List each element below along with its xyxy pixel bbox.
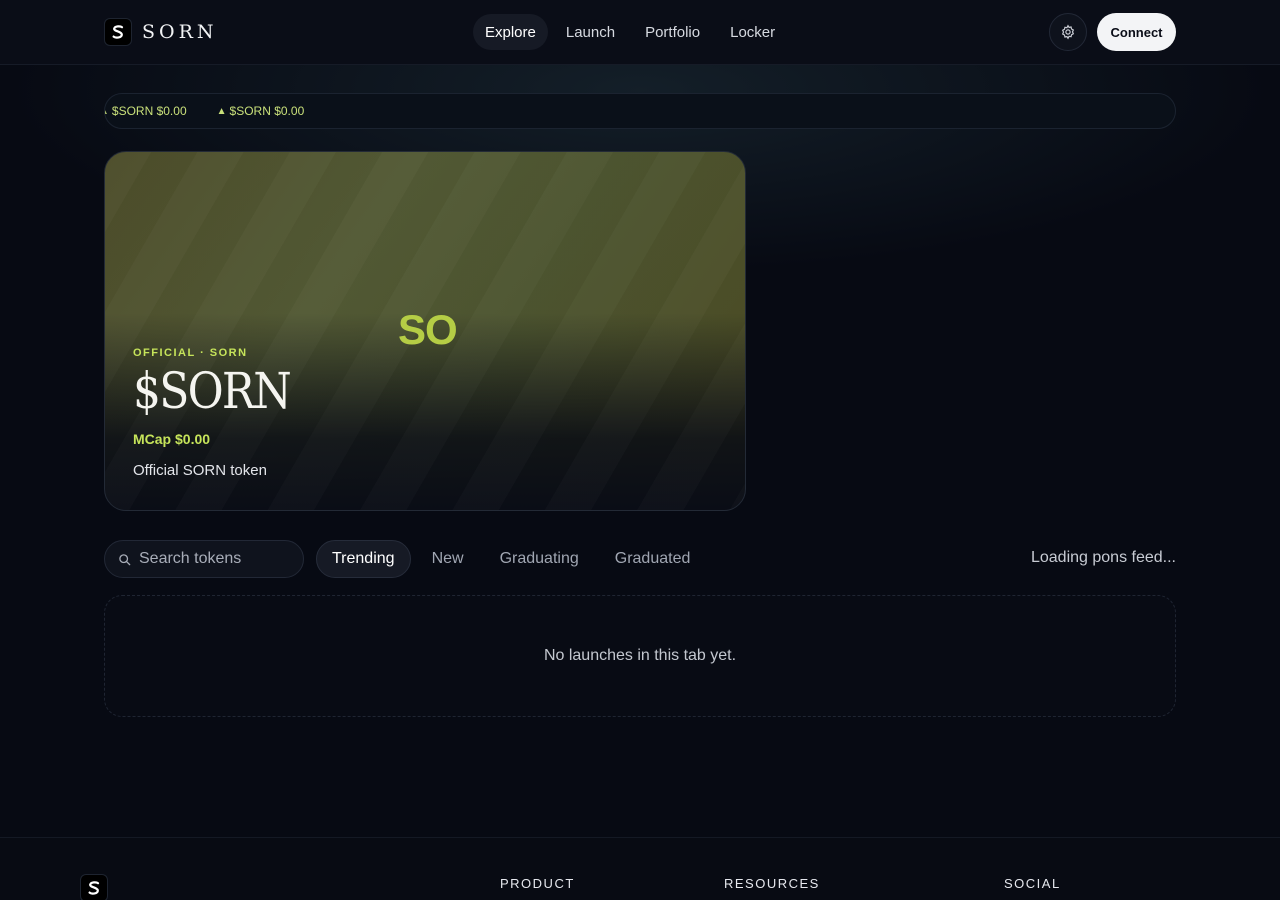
feed-status: Loading pons feed... bbox=[1030, 549, 1176, 566]
footer-logo-icon[interactable] bbox=[80, 874, 108, 900]
footer: PRODUCT RESOURCES SOCIAL bbox=[0, 837, 1280, 900]
search-box[interactable] bbox=[104, 540, 304, 578]
footer-heading-social: SOCIAL bbox=[1004, 876, 1061, 891]
token-title: $SORN bbox=[133, 362, 292, 420]
official-badge: OFFICIAL · SORN bbox=[133, 347, 248, 359]
search-input[interactable] bbox=[139, 550, 289, 568]
featured-token-card[interactable]: SO OFFICIAL · SORN $SORN MCap $0.00 Offi… bbox=[104, 151, 746, 511]
empty-message: No launches in this tab yet. bbox=[543, 647, 737, 664]
settings-button[interactable] bbox=[1049, 13, 1087, 51]
search-icon bbox=[119, 553, 131, 565]
token-mcap: MCap $0.00 bbox=[133, 431, 211, 447]
tab-trending[interactable]: Trending bbox=[316, 540, 411, 578]
ticker-text: $SORN $0.00 bbox=[229, 104, 305, 118]
ticker-text: $SORN $0.00 bbox=[111, 104, 187, 118]
nav-locker[interactable]: Locker bbox=[718, 14, 787, 50]
token-monogram: SO bbox=[398, 306, 458, 353]
footer-heading-resources: RESOURCES bbox=[724, 876, 820, 891]
launch-list-empty: No launches in this tab yet. bbox=[104, 595, 1176, 717]
feed-tabs: Trending New Graduating Graduated bbox=[316, 540, 711, 578]
brand-name: SORN bbox=[142, 21, 218, 43]
token-description: Official SORN token bbox=[133, 462, 267, 479]
footer-heading-product: PRODUCT bbox=[500, 876, 575, 891]
nav-portfolio[interactable]: Portfolio bbox=[633, 14, 712, 50]
tab-graduated[interactable]: Graduated bbox=[600, 540, 706, 578]
tab-graduating[interactable]: Graduating bbox=[485, 540, 594, 578]
triangle-up-icon: ▲ bbox=[105, 106, 109, 117]
connect-button[interactable]: Connect bbox=[1097, 13, 1176, 51]
gear-icon bbox=[1061, 24, 1075, 40]
top-navbar: SORN Explore Launch Portfolio Locker Con… bbox=[0, 0, 1280, 65]
nav-launch[interactable]: Launch bbox=[554, 14, 627, 50]
ticker-item[interactable]: ▲ $SORN $0.00 bbox=[217, 104, 305, 118]
triangle-up-icon: ▲ bbox=[216, 105, 227, 117]
main-nav: Explore Launch Portfolio Locker bbox=[473, 14, 793, 50]
ticker-item[interactable]: ▲ $SORN $0.00 bbox=[105, 104, 187, 118]
nav-explore[interactable]: Explore bbox=[473, 14, 548, 50]
sorn-s-logo-icon bbox=[104, 18, 132, 46]
price-ticker: ▲ $SORN $0.00 ▲ $SORN $0.00 bbox=[104, 93, 1176, 129]
tab-new[interactable]: New bbox=[417, 540, 479, 578]
brand[interactable]: SORN bbox=[104, 18, 218, 46]
